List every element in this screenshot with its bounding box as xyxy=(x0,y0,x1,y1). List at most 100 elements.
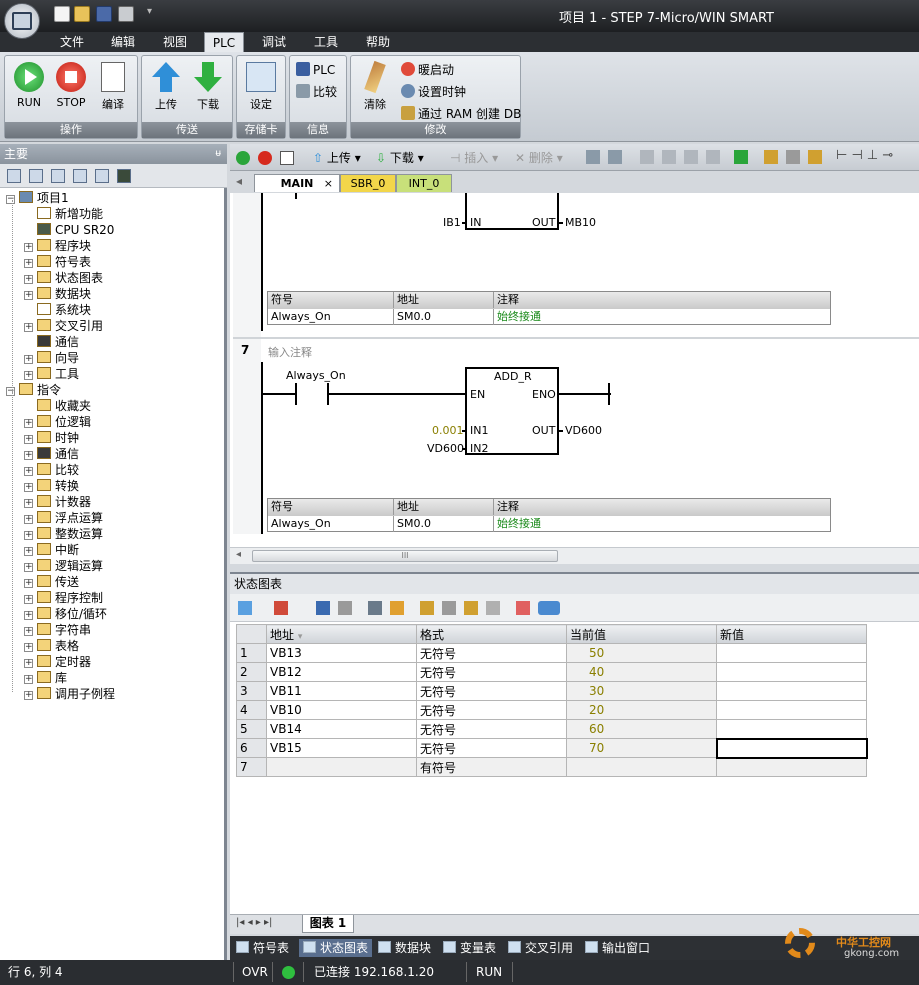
tree-item[interactable]: 系统块 xyxy=(24,302,91,318)
new-value-cell[interactable] xyxy=(716,719,867,739)
in1-value[interactable]: 0.001 xyxy=(432,424,464,437)
new-value-header[interactable]: 新值 xyxy=(716,624,867,644)
tree-item[interactable]: 通信 xyxy=(24,334,79,350)
tree-expander-icon[interactable]: + xyxy=(24,483,33,492)
table-row[interactable]: 7 有符号 xyxy=(236,757,867,777)
bottom-tab-variable-table[interactable]: 变量表 xyxy=(443,939,496,957)
tree-expander-icon[interactable]: + xyxy=(24,691,33,700)
tab-debug[interactable]: 调试 xyxy=(252,32,296,52)
bottom-tab-output-window[interactable]: 输出窗口 xyxy=(585,939,650,957)
address-cell[interactable]: VB14 xyxy=(266,719,417,739)
network-icon[interactable] xyxy=(586,150,600,164)
table-row[interactable]: 2 VB12 无符号 40 xyxy=(236,662,867,682)
tree-expander-icon[interactable]: + xyxy=(24,419,33,428)
tree-expander-icon[interactable]: + xyxy=(24,323,33,332)
format-cell[interactable]: 无符号 xyxy=(416,700,567,720)
ram-create-db-button[interactable]: 通过 RAM 创建 DB xyxy=(401,105,521,123)
tree-item[interactable]: + 通信 xyxy=(24,446,79,462)
tree-expander-icon[interactable]: + xyxy=(24,627,33,636)
format-cell[interactable]: 无符号 xyxy=(416,719,567,739)
bottom-tab-symbol-table[interactable]: 符号表 xyxy=(236,939,289,957)
tab-help[interactable]: 帮助 xyxy=(356,32,400,52)
tree-item[interactable]: + 整数运算 xyxy=(24,526,103,542)
tree-item[interactable]: + 数据块 xyxy=(24,286,91,302)
tree-item[interactable]: CPU SR20 xyxy=(24,222,114,238)
tree-item[interactable]: + 浮点运算 xyxy=(24,510,103,526)
editor-horizontal-scrollbar[interactable]: ◂ III xyxy=(230,547,919,564)
goto-icon[interactable] xyxy=(734,150,748,164)
tree-expander-icon[interactable]: − xyxy=(6,387,15,396)
tree-item[interactable]: + 状态图表 xyxy=(24,270,103,286)
upload-small-button[interactable]: ⇧ 上传 ▾ xyxy=(313,149,361,166)
tree-expander-icon[interactable]: + xyxy=(24,595,33,604)
tree-item[interactable]: + 转换 xyxy=(24,478,79,494)
view-icon[interactable] xyxy=(7,169,21,183)
bookmark-next-icon[interactable] xyxy=(684,150,698,164)
tree-item[interactable]: + 向导 xyxy=(24,350,79,366)
address-cell[interactable]: VB12 xyxy=(266,662,417,682)
ladder-branch-icons[interactable]: ⊢ ⊣ ⊥ ⊸ xyxy=(836,148,893,163)
pin-icon[interactable]: ᵾ xyxy=(216,144,221,164)
bottom-tab-status-chart[interactable]: 状态图表 xyxy=(299,939,373,957)
compare-button[interactable]: 比较 xyxy=(296,83,337,101)
tree-item[interactable]: − 项目1 xyxy=(6,190,69,206)
bookmark-icon[interactable] xyxy=(640,150,654,164)
display-format-icon[interactable] xyxy=(538,601,560,615)
unlock-icon[interactable] xyxy=(786,150,800,164)
tree-item[interactable]: 收藏夹 xyxy=(24,398,91,414)
force-lock-icon[interactable] xyxy=(420,601,434,615)
contact-left-bar[interactable] xyxy=(295,383,297,405)
bookmark-prev-icon[interactable] xyxy=(662,150,676,164)
tabs-scroll-left-icon[interactable]: ◂ xyxy=(236,174,242,188)
tree-item[interactable]: + 字符串 xyxy=(24,622,91,638)
sheet-nav-icons[interactable]: |◂ ◂ ▸ ▸| xyxy=(236,917,272,928)
tree-expander-icon[interactable]: + xyxy=(24,531,33,540)
address-cell[interactable]: VB13 xyxy=(266,643,417,663)
tab-plc[interactable]: PLC xyxy=(204,32,244,52)
run-button[interactable]: RUN xyxy=(9,60,49,120)
tab-file[interactable]: 文件 xyxy=(50,32,94,52)
stop-button[interactable]: STOP xyxy=(51,60,91,120)
tab-view[interactable]: 视图 xyxy=(152,32,198,52)
address-cell[interactable] xyxy=(266,757,417,777)
compile-small-icon[interactable] xyxy=(280,151,294,165)
read-icon[interactable] xyxy=(368,601,382,615)
tree-item[interactable]: + 程序块 xyxy=(24,238,91,254)
tree-expander-icon[interactable]: + xyxy=(24,435,33,444)
tree-item[interactable]: + 调用子例程 xyxy=(24,686,115,702)
doc-icon[interactable] xyxy=(73,169,87,183)
tree-expander-icon[interactable]: + xyxy=(24,659,33,668)
tab-tools[interactable]: 工具 xyxy=(304,32,348,52)
address-header[interactable]: 地址 ▾ xyxy=(266,624,417,644)
tree-expander-icon[interactable]: + xyxy=(24,451,33,460)
lock-all-icon[interactable] xyxy=(808,150,822,164)
tree-item[interactable]: + 位逻辑 xyxy=(24,414,91,430)
format-cell[interactable]: 无符号 xyxy=(416,643,567,663)
insert-button[interactable]: ⊣ 插入 ▾ xyxy=(450,149,498,166)
tree-expander-icon[interactable]: + xyxy=(24,259,33,268)
table-row[interactable]: 1 VB13 无符号 50 xyxy=(236,643,867,663)
tree-item[interactable]: + 库 xyxy=(24,670,67,686)
tree-expander-icon[interactable]: + xyxy=(24,515,33,524)
in2-address[interactable]: VD600 xyxy=(427,442,464,455)
tree-expander-icon[interactable]: + xyxy=(24,675,33,684)
tree-item[interactable]: + 中断 xyxy=(24,542,79,558)
address-cell[interactable]: VB11 xyxy=(266,681,417,701)
tab-main[interactable]: MAIN × xyxy=(254,174,340,192)
table-row[interactable]: 4 VB10 无符号 20 xyxy=(236,700,867,720)
tree-expander-icon[interactable]: + xyxy=(24,579,33,588)
write-pencil-icon[interactable] xyxy=(390,601,404,615)
format-cell[interactable]: 有符号 xyxy=(416,757,567,777)
tree-item[interactable]: + 移位/循环 xyxy=(24,606,107,622)
tree-item[interactable]: + 程序控制 xyxy=(24,590,103,606)
table-row[interactable]: 3 VB11 无符号 30 xyxy=(236,681,867,701)
stop-small-icon[interactable] xyxy=(258,151,272,165)
unforce-all-icon[interactable] xyxy=(464,601,478,615)
setup-button[interactable]: 设定 xyxy=(241,60,281,120)
tree-expander-icon[interactable]: + xyxy=(24,275,33,284)
table-icon[interactable] xyxy=(29,169,43,183)
tree-item[interactable]: − 指令 xyxy=(6,382,61,398)
tree-item[interactable]: + 逻辑运算 xyxy=(24,558,103,574)
format-cell[interactable]: 无符号 xyxy=(416,681,567,701)
new-value-cell[interactable] xyxy=(716,643,867,663)
